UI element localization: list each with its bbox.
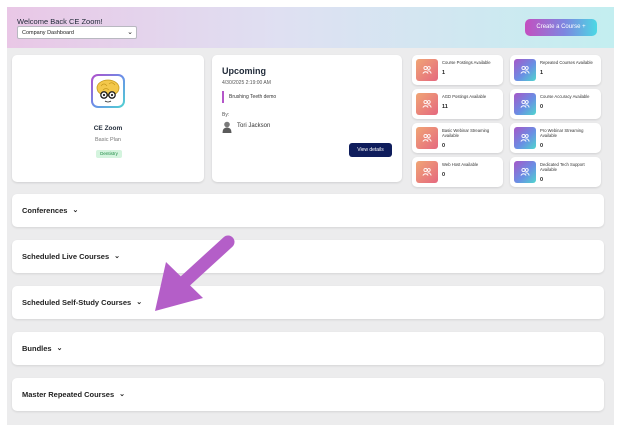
stat-value: 11: [442, 104, 448, 110]
stat-value: 0: [442, 172, 446, 178]
section-title: Scheduled Self-Study Courses: [22, 298, 132, 307]
stat-tile: Basic Webinar Streaming Available 0: [412, 123, 503, 153]
section-bundles[interactable]: Bundles ⌄: [12, 332, 604, 365]
stat-tile: Dedicated Tech Support Available 0: [510, 157, 601, 187]
chevron-down-icon: ⌄: [136, 299, 143, 306]
upcoming-datetime: 4/30/2025 2:19:00 AM: [222, 80, 271, 86]
users-icon: [514, 93, 536, 115]
upcoming-course-name: Brushing Teeth demo: [222, 91, 276, 103]
users-icon: [416, 127, 438, 149]
stat-label: Repeated Courses Available: [540, 60, 593, 65]
users-icon: [514, 59, 536, 81]
dashboard-select-value: Company Dashboard: [22, 30, 74, 36]
stat-value: 0: [442, 143, 446, 149]
create-course-button[interactable]: Create a Course +: [525, 19, 597, 36]
users-icon: [514, 161, 536, 183]
stat-label: Basic Webinar Streaming Available: [442, 128, 490, 139]
stat-label: Web Host Available: [442, 162, 479, 167]
stat-value: 1: [442, 70, 446, 76]
stat-tile: Course Postings Available 1: [412, 55, 503, 85]
stat-value: 1: [540, 70, 544, 76]
section-title: Bundles: [22, 344, 52, 353]
upcoming-title: Upcoming: [222, 66, 266, 76]
welcome-banner: Welcome Back CE Zoom! Company Dashboard …: [7, 7, 614, 48]
profile-plan: Basic Plan: [95, 137, 121, 143]
section-master-repeated-courses[interactable]: Master Repeated Courses ⌄: [12, 378, 604, 411]
stat-value: 0: [540, 143, 544, 149]
profile-card: CE Zoom Basic Plan Dentistry: [12, 55, 204, 182]
dashboard-frame: Welcome Back CE Zoom! Company Dashboard …: [7, 7, 614, 425]
stat-tile: Repeated Courses Available 1: [510, 55, 601, 85]
chevron-down-icon: ⌄: [56, 345, 63, 352]
chevron-down-icon: ⌄: [72, 207, 79, 214]
stat-label: Course Postings Available: [442, 60, 491, 65]
stat-value: 0: [540, 177, 544, 183]
upcoming-card: Upcoming 4/30/2025 2:19:00 AM Brushing T…: [212, 55, 402, 182]
stat-tile: Web Host Available 0: [412, 157, 503, 187]
welcome-text: Welcome Back CE Zoom!: [17, 17, 103, 26]
users-icon: [416, 59, 438, 81]
section-title: Scheduled Live Courses: [22, 252, 110, 261]
stat-label: Pro Webinar Streaming Available: [540, 128, 584, 139]
upcoming-by-label: By:: [222, 112, 230, 118]
stat-tile: AGD Postings Available 11: [412, 89, 503, 119]
users-icon: [514, 127, 536, 149]
presenter-name: Tori Jackson: [237, 123, 271, 129]
stat-tile: Pro Webinar Streaming Available 0: [510, 123, 601, 153]
brain-mascot-icon: [93, 76, 123, 106]
profile-name: CE Zoom: [93, 125, 123, 132]
stat-label: Course Accuracy Available: [540, 94, 590, 99]
chevron-down-icon: ⌄: [127, 29, 133, 36]
stat-label: AGD Postings Available: [442, 94, 487, 99]
view-details-button[interactable]: View details: [349, 143, 392, 157]
users-icon: [416, 161, 438, 183]
dashboard-select[interactable]: Company Dashboard ⌄: [17, 26, 137, 39]
section-scheduled-live-courses[interactable]: Scheduled Live Courses ⌄: [12, 240, 604, 273]
avatar: [91, 74, 125, 108]
section-title: Conferences: [22, 206, 68, 215]
section-scheduled-self-study-courses[interactable]: Scheduled Self-Study Courses ⌄: [12, 286, 604, 319]
stat-label: Dedicated Tech Support Available: [540, 162, 585, 173]
users-icon: [416, 93, 438, 115]
chevron-down-icon: ⌄: [114, 253, 120, 260]
chevron-down-icon: ⌄: [119, 391, 125, 398]
specialty-badge: Dentistry: [96, 150, 122, 158]
stat-value: 0: [540, 104, 544, 110]
stat-tile: Course Accuracy Available 0: [510, 89, 601, 119]
section-conferences[interactable]: Conferences ⌄: [12, 194, 604, 227]
presenter-photo-icon: [222, 121, 232, 133]
section-title: Master Repeated Courses: [22, 390, 115, 399]
